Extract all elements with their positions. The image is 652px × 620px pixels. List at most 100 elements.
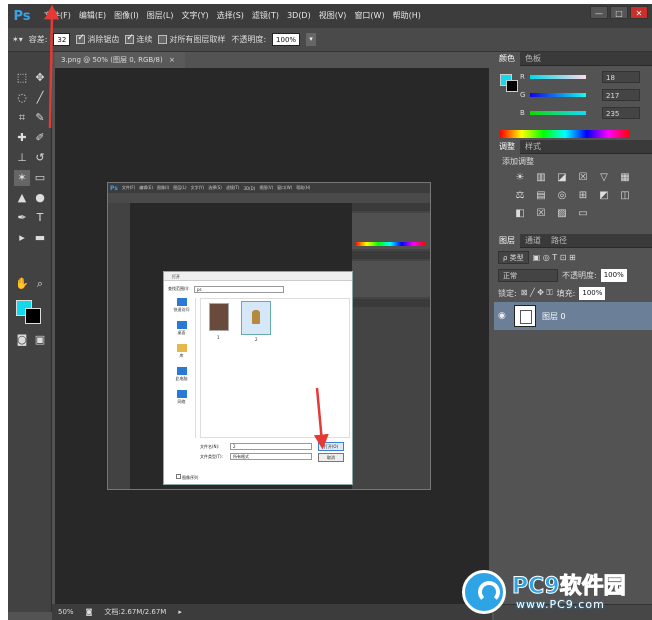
tolerance-input[interactable]: 32 [53, 33, 71, 46]
library-item[interactable]: 库 [168, 344, 195, 359]
cancel-button[interactable]: 取消 [318, 453, 344, 462]
menu-filter[interactable]: 滤镜(T) [248, 4, 283, 28]
color-balance-icon[interactable]: ⚖ [514, 190, 526, 202]
document-tab-close-icon[interactable]: × [169, 56, 175, 64]
antialias-checkbox[interactable] [76, 33, 86, 44]
red-slider[interactable] [530, 75, 586, 79]
zoom-tool-icon[interactable]: ⌕ [32, 276, 48, 292]
file-thumbnail-1[interactable] [209, 303, 229, 331]
antialias-option[interactable]: 消除锯齿 [76, 33, 119, 45]
color-panel-bg-swatch[interactable] [506, 80, 518, 92]
filename-input[interactable]: 2 [230, 443, 312, 450]
layer-name[interactable]: 图层 0 [542, 311, 566, 322]
magic-eraser-tool-icon[interactable]: ✶ [14, 170, 30, 186]
lock-icons[interactable]: ⊠ ╱ ✥ ⚿ [521, 288, 553, 298]
opacity-input[interactable]: 100% [272, 33, 301, 46]
brush-small-icon[interactable]: ╱ [32, 90, 48, 106]
marquee-tool-icon[interactable]: ⬚ [14, 70, 30, 86]
pen-tool-icon[interactable]: ✒ [14, 210, 30, 226]
network-item[interactable]: 网络 [168, 390, 195, 405]
zoom-level[interactable]: 50% [58, 608, 74, 616]
hue-icon[interactable]: ▦ [619, 172, 631, 184]
bw-icon[interactable]: ▤ [535, 190, 547, 202]
gradient-map-icon[interactable]: ▨ [556, 208, 568, 220]
history-brush-icon[interactable]: ↺ [32, 150, 48, 166]
minimize-button[interactable]: — [590, 6, 608, 19]
image-sequence-option[interactable]: 图像序列 [176, 474, 198, 481]
threshold-icon[interactable]: ☒ [535, 208, 547, 220]
quick-mask-icon[interactable]: ◙ [14, 332, 30, 348]
photo-filter-icon[interactable]: ◎ [556, 190, 568, 202]
menu-3d[interactable]: 3D(D) [283, 4, 315, 28]
layer-row[interactable]: ◉ 图层 0 [494, 302, 652, 330]
invert-icon[interactable]: ◫ [619, 190, 631, 202]
sample-all-option[interactable]: 对所有图层取样 [158, 34, 225, 45]
fill-input[interactable]: 100% [579, 286, 606, 300]
file-thumbnail-2-selected[interactable] [241, 301, 271, 335]
tab-layers[interactable]: 图层 [494, 233, 520, 248]
stamp-tool-icon[interactable]: ⊥ [14, 150, 30, 166]
lasso-tool-icon[interactable]: ◌ [14, 90, 30, 106]
status-icon[interactable]: ◙ [86, 608, 93, 616]
magic-wand-icon[interactable]: ✶▾ [12, 35, 23, 44]
brightness-icon[interactable]: ☀ [514, 172, 526, 184]
tab-styles[interactable]: 样式 [520, 140, 546, 154]
contiguous-checkbox[interactable] [125, 33, 135, 44]
exposure-icon[interactable]: ☒ [577, 172, 589, 184]
hand-tool-icon[interactable]: ✋ [14, 276, 30, 292]
this-pc-item[interactable]: 此电脑 [168, 367, 195, 382]
opacity-dropdown-icon[interactable]: ▾ [306, 33, 317, 46]
contiguous-option[interactable]: 连续 [125, 33, 152, 45]
type-tool-icon[interactable]: T [32, 210, 48, 226]
layer-filter-dropdown[interactable]: ρ 类型 [498, 250, 529, 264]
blue-slider[interactable] [530, 111, 586, 115]
maximize-button[interactable]: □ [610, 6, 628, 19]
menu-type[interactable]: 文字(Y) [177, 4, 212, 28]
status-arrow-icon[interactable]: ▸ [178, 608, 182, 616]
open-button[interactable]: 打开(O) [318, 442, 344, 451]
document-tab[interactable]: 3.png @ 50% (图层 0, RGB/8) × [55, 52, 185, 68]
menu-file[interactable]: 文件(F) [40, 4, 75, 28]
menu-help[interactable]: 帮助(H) [389, 4, 425, 28]
path-select-icon[interactable]: ▸ [14, 230, 30, 246]
tab-paths[interactable]: 路径 [546, 234, 572, 248]
selective-color-icon[interactable]: ▭ [577, 208, 589, 220]
folder-select[interactable]: ps [194, 286, 284, 293]
blue-value[interactable]: 235 [602, 107, 640, 119]
menu-image[interactable]: 图像(I) [110, 4, 143, 28]
eye-icon[interactable]: ◉ [498, 311, 508, 321]
tab-adjustments[interactable]: 调整 [494, 139, 520, 154]
eyedropper-tool-icon[interactable]: ✎ [32, 110, 48, 126]
close-button[interactable]: ✕ [630, 6, 648, 19]
healing-tool-icon[interactable]: ✚ [14, 130, 30, 146]
sample-all-checkbox[interactable] [158, 35, 168, 44]
levels-icon[interactable]: ▥ [535, 172, 547, 184]
desktop-item[interactable]: 桌面 [168, 321, 195, 336]
filetype-select[interactable]: 所有格式 [230, 453, 312, 460]
curves-icon[interactable]: ◪ [556, 172, 568, 184]
blur-tool-icon[interactable]: ▲ [14, 190, 30, 206]
posterize-icon[interactable]: ◧ [514, 208, 526, 220]
shape-tool-icon[interactable]: ▬ [32, 230, 48, 246]
gradient-tool-icon[interactable]: ▭ [32, 170, 48, 186]
layer-opacity-input[interactable]: 100% [600, 268, 627, 282]
red-value[interactable]: 18 [602, 71, 640, 83]
lookup-icon[interactable]: ◩ [598, 190, 610, 202]
green-value[interactable]: 217 [602, 89, 640, 101]
menu-layer[interactable]: 图层(L) [143, 4, 178, 28]
menu-window[interactable]: 窗口(W) [350, 4, 388, 28]
screen-mode-icon[interactable]: ▣ [32, 332, 48, 348]
menu-select[interactable]: 选择(S) [213, 4, 248, 28]
green-slider[interactable] [530, 93, 586, 97]
vibrance-icon[interactable]: ▽ [598, 172, 610, 184]
tab-channels[interactable]: 通道 [520, 234, 546, 248]
dodge-tool-icon[interactable]: ● [32, 190, 48, 206]
color-spectrum[interactable] [500, 130, 630, 138]
menu-view[interactable]: 视图(V) [315, 4, 351, 28]
tab-swatches[interactable]: 色板 [520, 52, 546, 66]
background-color-swatch[interactable] [25, 308, 41, 324]
blend-mode-dropdown[interactable]: 正常 [498, 268, 558, 282]
menu-edit[interactable]: 编辑(E) [75, 4, 110, 28]
crop-tool-icon[interactable]: ⌗ [14, 110, 30, 126]
brush-tool-icon[interactable]: ✐ [32, 130, 48, 146]
